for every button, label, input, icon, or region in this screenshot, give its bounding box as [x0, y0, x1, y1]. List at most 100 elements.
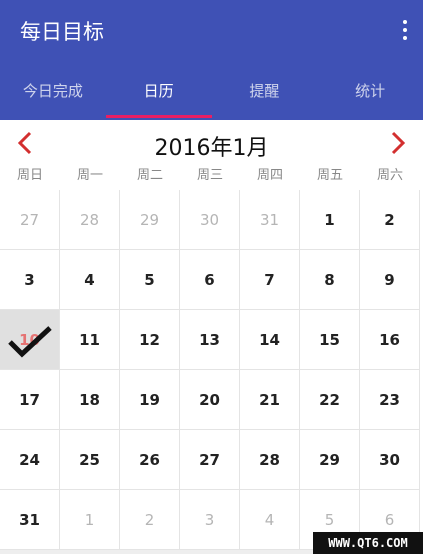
day-cell[interactable]: 29 — [120, 190, 180, 250]
day-cell[interactable]: 20 — [180, 370, 240, 430]
day-cell[interactable]: 16 — [360, 310, 420, 370]
day-cell[interactable]: 19 — [120, 370, 180, 430]
day-cell[interactable]: 28 — [60, 190, 120, 250]
day-number: 5 — [324, 510, 335, 529]
day-number: 27 — [199, 450, 220, 469]
day-number: 29 — [139, 210, 160, 229]
day-number: 30 — [379, 450, 400, 469]
day-cell[interactable]: 2 — [360, 190, 420, 250]
day-cell[interactable]: 10 — [0, 310, 60, 370]
day-number: 20 — [199, 390, 220, 409]
day-cell[interactable]: 6 — [180, 250, 240, 310]
day-number: 30 — [199, 210, 220, 229]
day-number: 26 — [139, 450, 160, 469]
day-cell[interactable]: 9 — [360, 250, 420, 310]
weekday-label: 周二 — [136, 168, 163, 183]
day-cell[interactable]: 1 — [300, 190, 360, 250]
day-number: 21 — [259, 390, 280, 409]
tab-statistics[interactable]: 统计 — [317, 72, 423, 120]
month-header: 2016年1月 — [0, 120, 423, 166]
day-number: 6 — [204, 270, 215, 289]
day-cell[interactable]: 11 — [60, 310, 120, 370]
day-cell[interactable]: 22 — [300, 370, 360, 430]
day-cell[interactable]: 18 — [60, 370, 120, 430]
weekday-label: 周一 — [76, 168, 103, 183]
day-number: 16 — [379, 330, 400, 349]
day-cell[interactable]: 4 — [60, 250, 120, 310]
day-number: 8 — [324, 270, 335, 289]
weekday-label: 周六 — [376, 168, 403, 183]
day-cell[interactable]: 21 — [240, 370, 300, 430]
month-title: 2016年1月 — [154, 136, 269, 161]
day-number: 12 — [139, 330, 160, 349]
day-cell[interactable]: 3 — [180, 490, 240, 550]
day-number: 3 — [204, 510, 215, 529]
day-cell[interactable]: 14 — [240, 310, 300, 370]
day-cell[interactable]: 27 — [0, 190, 60, 250]
day-cell[interactable]: 7 — [240, 250, 300, 310]
day-number: 5 — [144, 270, 155, 289]
weekday-header: 周日 周一 周二 周三 周四 周五 周六 — [0, 166, 420, 190]
day-number: 15 — [319, 330, 340, 349]
day-cell[interactable]: 28 — [240, 430, 300, 490]
day-cell[interactable]: 15 — [300, 310, 360, 370]
day-number: 27 — [19, 210, 40, 229]
day-cell[interactable]: 17 — [0, 370, 60, 430]
day-number: 25 — [79, 450, 100, 469]
day-number: 17 — [19, 390, 40, 409]
tab-reminder[interactable]: 提醒 — [212, 72, 318, 120]
day-number: 11 — [79, 330, 100, 349]
day-number: 28 — [79, 210, 100, 229]
calendar-grid: 27 28 29 30 31 1 2 3 4 5 6 7 8 9 10 11 12 13 14 15 16 17 18 19 2… — [0, 190, 420, 550]
day-cell[interactable]: 26 — [120, 430, 180, 490]
day-cell[interactable]: 31 — [0, 490, 60, 550]
day-number: 22 — [319, 390, 340, 409]
day-number: 2 — [144, 510, 155, 529]
day-cell[interactable]: 30 — [180, 190, 240, 250]
watermark: WWW.QT6.COM — [313, 532, 423, 554]
day-number: 2 — [384, 210, 395, 229]
day-cell[interactable]: 24 — [0, 430, 60, 490]
tab-today-done[interactable]: 今日完成 — [0, 72, 106, 120]
day-cell[interactable]: 1 — [60, 490, 120, 550]
day-number: 29 — [319, 450, 340, 469]
day-number: 4 — [84, 270, 95, 289]
day-cell[interactable]: 3 — [0, 250, 60, 310]
chevron-right-icon[interactable] — [385, 130, 411, 156]
tab-calendar[interactable]: 日历 — [105, 72, 212, 120]
day-number: 9 — [384, 270, 395, 289]
day-number: 4 — [264, 510, 275, 529]
day-number: 31 — [19, 510, 40, 529]
day-cell[interactable]: 31 — [240, 190, 300, 250]
day-number: 1 — [84, 510, 95, 529]
day-number: 14 — [259, 330, 280, 349]
day-cell[interactable]: 12 — [120, 310, 180, 370]
day-number: 28 — [259, 450, 280, 469]
day-cell[interactable]: 29 — [300, 430, 360, 490]
day-cell[interactable]: 2 — [120, 490, 180, 550]
day-number: 19 — [139, 390, 160, 409]
day-number: 7 — [264, 270, 275, 289]
day-number: 3 — [24, 270, 35, 289]
day-cell[interactable]: 25 — [60, 430, 120, 490]
weekday-label: 周日 — [16, 168, 43, 183]
day-number: 23 — [379, 390, 400, 409]
day-cell[interactable]: 8 — [300, 250, 360, 310]
day-cell[interactable]: 13 — [180, 310, 240, 370]
day-cell[interactable]: 30 — [360, 430, 420, 490]
day-cell[interactable]: 5 — [120, 250, 180, 310]
day-cell[interactable]: 23 — [360, 370, 420, 430]
app-title: 每日目标 — [20, 20, 104, 44]
day-number: 6 — [384, 510, 395, 529]
day-number: 31 — [259, 210, 280, 229]
day-number: 24 — [19, 450, 40, 469]
day-number: 1 — [324, 210, 335, 229]
day-number: 18 — [79, 390, 100, 409]
day-cell[interactable]: 27 — [180, 430, 240, 490]
more-vert-icon[interactable] — [401, 20, 409, 40]
day-number: 13 — [199, 330, 220, 349]
app-bar: 每日目标 今日完成 日历 提醒 统计 — [0, 0, 423, 120]
day-cell[interactable]: 4 — [240, 490, 300, 550]
tab-bar: 今日完成 日历 提醒 统计 — [0, 72, 423, 120]
weekday-label: 周三 — [196, 168, 223, 183]
